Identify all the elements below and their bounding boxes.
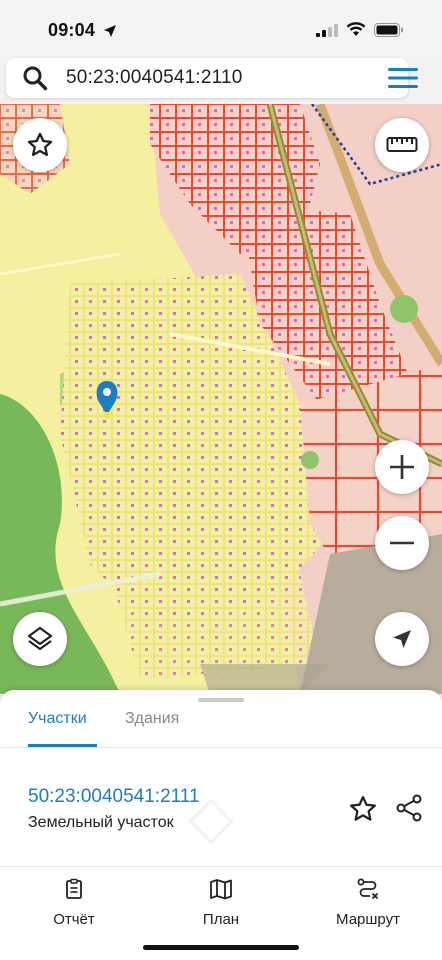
nav-plan-label: План xyxy=(202,911,240,928)
share-icon[interactable] xyxy=(394,793,424,823)
zoom-out-button[interactable] xyxy=(375,516,429,570)
nav-report-label: Отчёт xyxy=(53,911,95,928)
tabs-divider xyxy=(0,747,442,748)
my-location-button[interactable] xyxy=(375,612,429,666)
wifi-icon xyxy=(346,22,366,36)
hamburger-menu-icon[interactable] xyxy=(386,66,420,90)
result-divider xyxy=(0,866,442,867)
location-arrow-icon xyxy=(104,25,116,37)
star-icon xyxy=(27,132,53,157)
favorite-map-button[interactable] xyxy=(13,118,67,172)
measure-button[interactable] xyxy=(375,118,429,172)
tab-buildings[interactable]: Здания xyxy=(125,710,179,728)
report-icon xyxy=(66,878,82,899)
cellular-signal-icon xyxy=(316,23,338,37)
tab-parcels[interactable]: Участки xyxy=(28,710,87,728)
search-input[interactable]: 50:23:0040541:2110 xyxy=(66,67,243,89)
nav-report[interactable]: Отчёт xyxy=(14,878,134,928)
zoom-in-button[interactable] xyxy=(375,440,429,494)
parcel-number-link[interactable]: 50:23:0040541:2111 xyxy=(28,786,200,808)
battery-icon xyxy=(374,22,403,37)
ruler-icon xyxy=(386,137,418,152)
home-indicator[interactable] xyxy=(143,945,299,950)
map-plan-icon xyxy=(210,879,232,900)
search-bar[interactable]: 50:23:0040541:2110 xyxy=(6,58,408,98)
zoom-in-icon xyxy=(390,455,414,479)
map-canvas[interactable] xyxy=(0,104,442,694)
nav-plan[interactable]: План xyxy=(161,878,281,928)
zoom-out-icon xyxy=(390,541,414,545)
status-time: 09:04 xyxy=(48,20,96,40)
parcel-type-label: Земельный участок xyxy=(28,814,174,831)
status-bar: 09:04 xyxy=(0,0,442,56)
nav-route-label: Маршрут xyxy=(336,911,400,928)
search-icon[interactable] xyxy=(22,65,48,91)
layers-icon xyxy=(27,626,53,651)
favorite-star-icon[interactable] xyxy=(348,794,378,824)
nav-route[interactable]: Маршрут xyxy=(308,878,428,928)
layers-button[interactable] xyxy=(13,612,67,666)
sheet-grabber[interactable] xyxy=(198,698,244,702)
route-icon xyxy=(357,878,379,900)
cadastral-map[interactable] xyxy=(0,104,442,694)
navigation-arrow-icon xyxy=(393,630,411,648)
